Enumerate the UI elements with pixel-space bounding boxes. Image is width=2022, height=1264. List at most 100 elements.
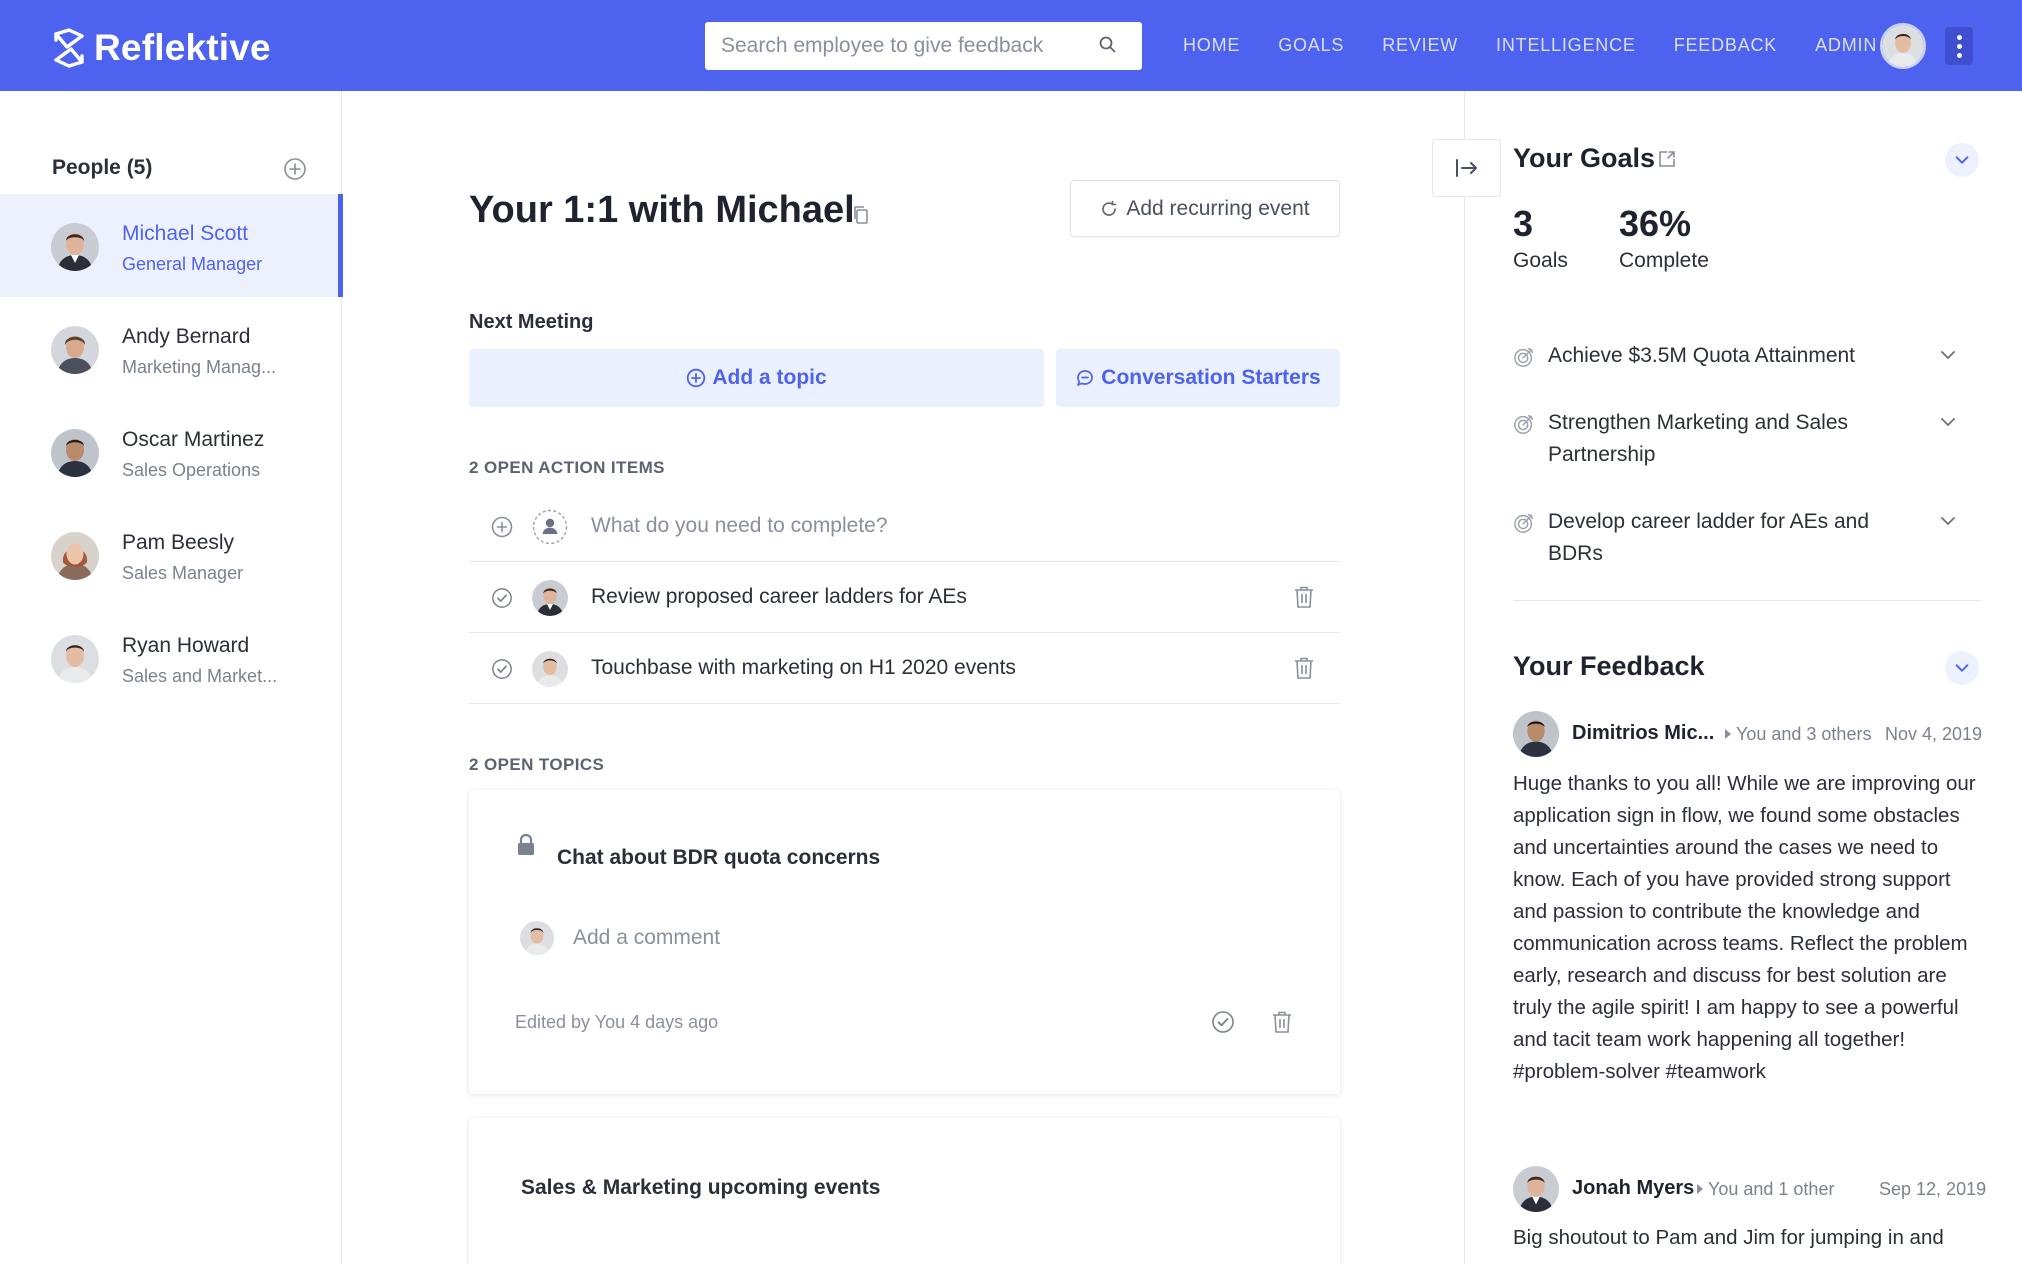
- goals-count-label: Goals: [1513, 249, 1568, 272]
- person-role: Sales Operations: [122, 460, 261, 480]
- check-circle-icon[interactable]: [491, 587, 513, 609]
- brand-logo[interactable]: Reflektive: [50, 26, 271, 70]
- action-item-text: Touchbase with marketing on H1 2020 even…: [591, 656, 1016, 679]
- assign-person-icon[interactable]: [532, 509, 568, 545]
- plus-circle-icon: [687, 368, 706, 388]
- feedback-header: Jonah Myers You and 1 other Sep 12, 2019: [1513, 1166, 1987, 1214]
- person-name: Pam Beesly: [122, 531, 235, 554]
- nav-feedback[interactable]: FEEDBACK: [1674, 35, 1777, 56]
- people-title: People (5): [52, 156, 153, 179]
- nav-intelligence[interactable]: INTELLIGENCE: [1496, 35, 1636, 56]
- chevron-down-icon: [1954, 154, 1970, 166]
- topic-title[interactable]: Chat about BDR quota concerns: [557, 846, 880, 870]
- avatar: [51, 532, 99, 580]
- goal-text: Develop career ladder for AEs and BDRs: [1548, 510, 1870, 565]
- trash-icon[interactable]: [1271, 1010, 1293, 1034]
- conversation-starters-button[interactable]: Conversation Starters: [1056, 349, 1340, 407]
- plus-circle-icon[interactable]: [491, 516, 513, 538]
- check-circle-icon[interactable]: [491, 658, 513, 680]
- feedback-expand-toggle[interactable]: [1945, 651, 1979, 685]
- person-item-andy-bernard[interactable]: Andy Bernard Marketing Manag...: [0, 297, 342, 400]
- your-feedback-title: Your Feedback: [1513, 651, 1705, 681]
- person-item-michael-scott[interactable]: Michael Scott General Manager: [0, 194, 343, 297]
- add-topic-button[interactable]: Add a topic: [469, 349, 1044, 407]
- feedback-recipients: You and 3 others: [1736, 724, 1872, 744]
- avatar: [532, 651, 568, 687]
- add-person-icon[interactable]: [283, 157, 307, 181]
- person-item-ryan-howard[interactable]: Ryan Howard Sales and Market...: [0, 606, 342, 709]
- goals-expand-toggle[interactable]: [1945, 143, 1979, 177]
- person-name: Ryan Howard: [122, 634, 250, 657]
- main-nav: HOME GOALS REVIEW INTELLIGENCE FEEDBACK …: [1183, 0, 1915, 91]
- person-role: Marketing Manag...: [122, 357, 277, 377]
- goals-count: 3: [1513, 203, 1534, 244]
- action-item-text: Review proposed career ladders for AEs: [591, 585, 967, 608]
- open-action-items-heading: 2 OPEN ACTION ITEMS: [469, 458, 665, 477]
- avatar: [1513, 711, 1559, 757]
- next-meeting-heading: Next Meeting: [469, 311, 594, 333]
- avatar: [532, 580, 568, 616]
- collapse-panel-button[interactable]: [1432, 139, 1501, 197]
- topic-title[interactable]: Sales & Marketing upcoming events: [521, 1176, 880, 1200]
- collapse-arrow-icon: [1455, 159, 1477, 177]
- avatar: [1513, 1166, 1559, 1212]
- nav-home[interactable]: HOME: [1183, 35, 1240, 56]
- feedback-body: Big shoutout to Pam and Jim for jumping …: [1513, 1226, 1944, 1249]
- feedback-author[interactable]: Dimitrios Mic...: [1572, 722, 1714, 745]
- user-avatar[interactable]: [1880, 23, 1926, 69]
- action-item-row: Review proposed career ladders for AEs: [469, 563, 1340, 633]
- person-item-pam-beesly[interactable]: Pam Beesly Sales Manager: [0, 503, 342, 606]
- avatar: [51, 635, 99, 683]
- comment-input[interactable]: [573, 920, 1073, 956]
- goals-percent: 36%: [1619, 203, 1692, 244]
- chevron-down-icon[interactable]: [1939, 349, 1957, 361]
- top-navigation-bar: Reflektive HOME GOALS REVIEW INTELLIGENC…: [0, 0, 2022, 91]
- chevron-down-icon[interactable]: [1939, 416, 1957, 428]
- chevron-down-icon[interactable]: [1939, 515, 1957, 527]
- copy-icon[interactable]: [852, 205, 870, 225]
- person-role: Sales and Market...: [122, 666, 278, 686]
- lock-icon: [518, 833, 534, 855]
- person-name: Oscar Martinez: [122, 428, 265, 451]
- feedback-recipients: You and 1 other: [1708, 1179, 1835, 1199]
- employee-search: [705, 22, 1142, 70]
- person-item-oscar-martinez[interactable]: Oscar Martinez Sales Operations: [0, 400, 342, 503]
- topic-card: Chat about BDR quota concerns Edited by …: [469, 790, 1340, 1094]
- feedback-date: Sep 12, 2019: [1879, 1179, 1987, 1199]
- avatar: [51, 429, 99, 477]
- chevron-down-icon: [1954, 662, 1970, 674]
- your-goals-title: Your Goals: [1513, 143, 1656, 173]
- check-circle-icon[interactable]: [1211, 1010, 1235, 1034]
- conversation-starters-label: Conversation Starters: [1101, 366, 1321, 389]
- edited-timestamp: Edited by You 4 days ago: [515, 1012, 719, 1032]
- feedback-author[interactable]: Jonah Myers: [1572, 1177, 1694, 1200]
- avatar: [520, 921, 554, 955]
- person-name: Andy Bernard: [122, 325, 251, 348]
- external-link-icon[interactable]: [1657, 149, 1677, 169]
- brand-name: Reflektive: [94, 27, 271, 68]
- feedback-body: Huge thanks to you all! While we are imp…: [1513, 772, 1976, 1083]
- trash-icon[interactable]: [1293, 585, 1315, 609]
- new-action-item-row: [469, 492, 1340, 562]
- search-input[interactable]: [705, 22, 1085, 70]
- topic-card: Sales & Marketing upcoming events: [469, 1118, 1340, 1264]
- more-menu-button[interactable]: [1945, 27, 1973, 65]
- goals-percent-label: Complete: [1619, 249, 1709, 272]
- recurring-label: Add recurring event: [1126, 196, 1310, 220]
- action-item-row: Touchbase with marketing on H1 2020 even…: [469, 634, 1340, 704]
- action-item-input[interactable]: [591, 506, 1191, 546]
- nav-goals[interactable]: GOALS: [1278, 35, 1344, 56]
- goal-target-icon: [1513, 346, 1535, 368]
- search-icon[interactable]: [1098, 35, 1118, 55]
- trash-icon[interactable]: [1293, 656, 1315, 680]
- caret-right-icon: [1725, 729, 1731, 739]
- goal-target-icon: [1513, 512, 1535, 534]
- person-role: General Manager: [122, 254, 263, 274]
- nav-review[interactable]: REVIEW: [1382, 35, 1458, 56]
- add-recurring-event-button[interactable]: Add recurring event: [1070, 180, 1340, 237]
- avatar: [51, 326, 99, 374]
- person-role: Sales Manager: [122, 563, 244, 583]
- caret-right-icon: [1697, 1184, 1703, 1194]
- nav-admin[interactable]: ADMIN: [1815, 35, 1877, 56]
- feedback-header: Dimitrios Mic... You and 3 others Nov 4,…: [1513, 711, 1983, 759]
